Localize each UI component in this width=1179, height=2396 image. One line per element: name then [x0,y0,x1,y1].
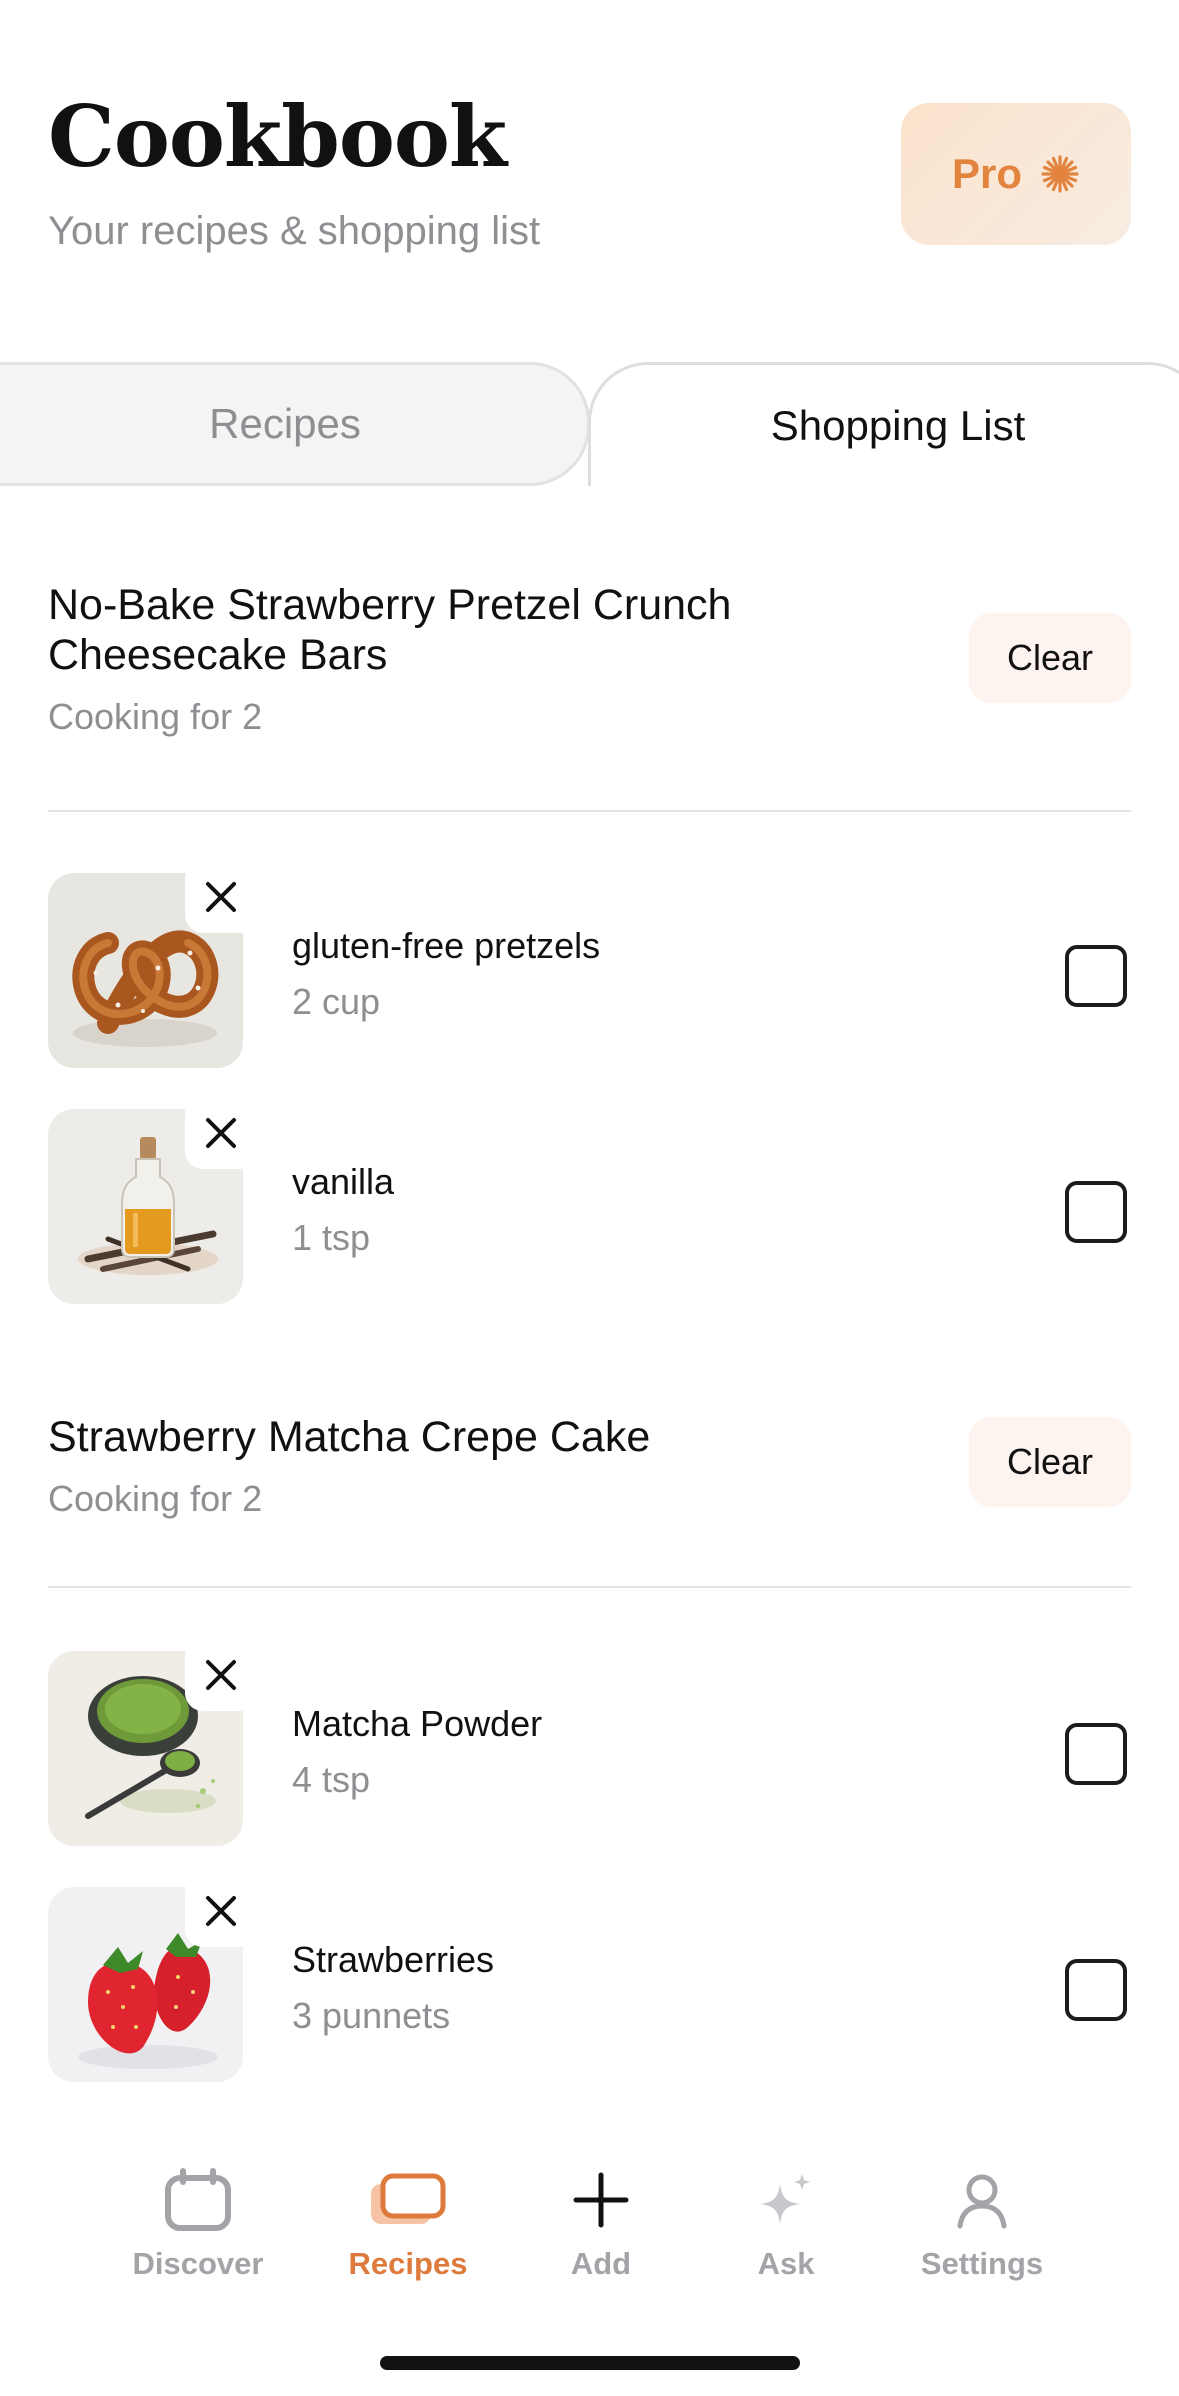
nav-ask[interactable]: Ask [696,2164,876,2282]
list-item: vanilla 1 tsp [48,1097,1131,1304]
app-header: Cookbook Your recipes & shopping list [48,95,540,254]
close-icon [206,1660,236,1690]
sparkle-icon [760,2174,810,2224]
nav-label: Ask [757,2246,815,2281]
recipe-group-title: Strawberry Matcha Crepe Cake [48,1413,651,1461]
nav-label: Recipes [348,2246,468,2281]
segmented-tabs: Recipes Shopping List [0,362,1179,486]
close-icon [206,1896,236,1926]
item-quantity: 1 tsp [292,1217,371,1258]
nav-label: Add [570,2246,632,2281]
recipe-group: Strawberry Matcha Crepe Cake Cooking for… [48,1412,1131,1520]
nav-label: Discover [132,2246,264,2281]
tab-recipes[interactable]: Recipes [0,362,590,486]
starburst-icon [1041,155,1079,193]
page-title: Cookbook [48,87,507,186]
item-checkbox[interactable] [1065,945,1127,1007]
list-item: Matcha Powder 4 tsp [48,1639,1131,1846]
item-name: Strawberries [292,1939,495,1980]
nav-add[interactable]: Add [511,2164,691,2282]
list-item: gluten-free pretzels 2 cup [48,861,1131,1068]
item-quantity: 4 tsp [292,1759,371,1800]
person-icon [957,2174,1007,2229]
servings-label: Cooking for 2 [48,696,263,737]
clear-button[interactable]: Clear [969,1417,1131,1507]
item-checkbox[interactable] [1065,1181,1127,1243]
clear-button[interactable]: Clear [969,613,1131,703]
item-name: vanilla [292,1161,395,1202]
nav-discover[interactable]: Discover [108,2164,288,2282]
divider [48,810,1131,812]
close-icon [206,882,236,912]
item-checkbox[interactable] [1065,1723,1127,1785]
recipe-group-title: No-Bake Strawberry Pretzel Crunch Cheese… [48,581,732,679]
remove-item-button[interactable] [185,1097,257,1169]
item-name: gluten-free pretzels [292,925,601,966]
recipe-group: No-Bake Strawberry Pretzel Crunch Cheese… [48,580,1131,738]
remove-item-button[interactable] [185,861,257,933]
item-quantity: 3 punnets [292,1995,451,2036]
pro-label: Pro [951,150,1022,197]
tab-shopping-list[interactable]: Shopping List [588,362,1179,486]
page-subtitle: Your recipes & shopping list [48,209,541,253]
item-checkbox[interactable] [1065,1959,1127,2021]
pro-button[interactable]: Pro [901,103,1131,245]
home-indicator [380,2356,800,2370]
divider [48,1586,1131,1588]
card-stack-icon [371,2173,446,2224]
nav-recipes[interactable]: Recipes [318,2164,498,2282]
nav-label: Settings [920,2246,1044,2281]
remove-item-button[interactable] [185,1639,257,1711]
list-item: Strawberries 3 punnets [48,1875,1131,2082]
calendar-icon [165,2168,231,2231]
item-quantity: 2 cup [292,981,381,1022]
item-name: Matcha Powder [292,1703,543,1744]
plus-icon [573,2172,629,2228]
remove-item-button[interactable] [185,1875,257,1947]
close-icon [206,1118,236,1148]
nav-settings[interactable]: Settings [892,2164,1072,2282]
